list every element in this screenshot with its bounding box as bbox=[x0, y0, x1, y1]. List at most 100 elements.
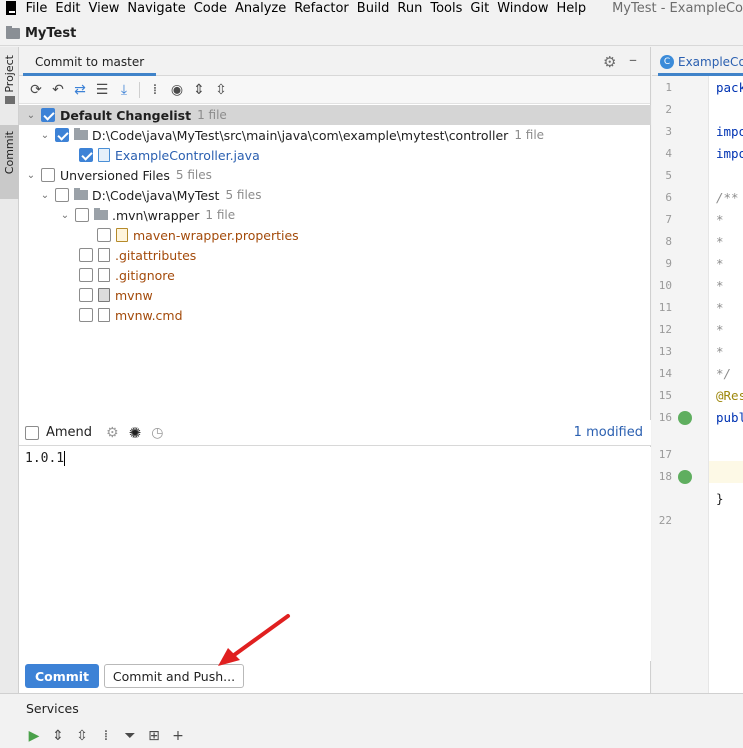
menu-edit[interactable]: Edit bbox=[55, 1, 80, 16]
java-file-icon bbox=[98, 148, 110, 162]
dir-checkbox[interactable] bbox=[75, 208, 89, 222]
line-number: 5 bbox=[665, 169, 672, 182]
menu-tools[interactable]: Tools bbox=[430, 1, 462, 16]
file-checkbox[interactable] bbox=[79, 308, 93, 322]
refresh-icon[interactable]: ⟳ bbox=[25, 80, 47, 100]
file-checkbox[interactable] bbox=[79, 288, 93, 302]
run-icon[interactable]: ▶ bbox=[22, 726, 46, 746]
expand-all-icon[interactable]: ⇕ bbox=[46, 726, 70, 746]
chevron-down-icon[interactable]: ⌄ bbox=[25, 110, 37, 121]
commit-tool-button[interactable]: Commit bbox=[0, 125, 19, 199]
group-by-icon[interactable]: ⁞ bbox=[144, 80, 166, 100]
gear-icon[interactable]: ⚙ bbox=[106, 425, 119, 441]
menu-run[interactable]: Run bbox=[397, 1, 422, 16]
unversioned-checkbox[interactable] bbox=[41, 168, 55, 182]
menu-refactor[interactable]: Refactor bbox=[294, 1, 349, 16]
shelve-icon[interactable]: ⤓ bbox=[113, 80, 135, 100]
expand-all-icon[interactable]: ⇕ bbox=[188, 80, 210, 100]
tree-row-mytest-dir[interactable]: ⌄ D:\Code\java\MyTest 5 files bbox=[19, 185, 651, 205]
code-line: /** bbox=[716, 190, 739, 205]
chevron-down-icon[interactable]: ⌄ bbox=[39, 130, 51, 141]
menu-file[interactable]: File bbox=[26, 1, 48, 16]
project-name[interactable]: MyTest bbox=[25, 26, 76, 41]
menu-build[interactable]: Build bbox=[357, 1, 390, 16]
class-icon: C bbox=[660, 55, 674, 69]
line-number: 8 bbox=[665, 235, 672, 248]
spring-bean-icon[interactable] bbox=[678, 411, 692, 425]
dir-count: 1 file bbox=[205, 208, 236, 222]
chevron-down-icon[interactable]: ⌄ bbox=[59, 210, 71, 221]
services-title[interactable]: Services bbox=[26, 701, 79, 716]
tree-row-gitattributes[interactable]: .gitattributes bbox=[19, 245, 651, 265]
clock-icon[interactable]: ◷ bbox=[151, 425, 163, 441]
file-checkbox[interactable] bbox=[79, 248, 93, 262]
file-checkbox[interactable] bbox=[79, 148, 93, 162]
amend-checkbox[interactable] bbox=[25, 425, 39, 440]
tab-example-controller[interactable]: C ExampleCo bbox=[658, 51, 743, 76]
code-line: } bbox=[716, 491, 724, 506]
file-checkbox[interactable] bbox=[97, 228, 111, 242]
file-label: .gitignore bbox=[115, 267, 175, 283]
add-icon[interactable]: + bbox=[166, 726, 190, 746]
dir-checkbox[interactable] bbox=[55, 188, 69, 202]
filter-icon[interactable]: ⏷ bbox=[118, 726, 142, 746]
line-number: 7 bbox=[665, 213, 672, 226]
commit-message-input[interactable]: 1.0.1 bbox=[19, 447, 651, 661]
spring-bean-icon[interactable] bbox=[678, 470, 692, 484]
menu-code[interactable]: Code bbox=[194, 1, 227, 16]
tree-row-mvnw[interactable]: mvnw bbox=[19, 285, 651, 305]
menu-git[interactable]: Git bbox=[470, 1, 489, 16]
tree-row-unversioned-files[interactable]: ⌄ Unversioned Files 5 files bbox=[19, 165, 651, 185]
chevron-down-icon[interactable]: ⌄ bbox=[39, 190, 51, 201]
gear-icon[interactable]: ⚙ bbox=[603, 53, 616, 71]
tree-row-gitignore[interactable]: .gitignore bbox=[19, 265, 651, 285]
tab-commit-to-master[interactable]: Commit to master bbox=[23, 51, 157, 76]
line-number: 4 bbox=[665, 147, 672, 160]
dir-label: .mvn\wrapper bbox=[112, 207, 200, 223]
collapse-all-icon[interactable]: ⇳ bbox=[210, 80, 232, 100]
text-file-icon bbox=[98, 308, 110, 322]
dir-checkbox[interactable] bbox=[55, 128, 69, 142]
menu-window[interactable]: Window bbox=[497, 1, 548, 16]
file-checkbox[interactable] bbox=[79, 268, 93, 282]
menu-help[interactable]: Help bbox=[556, 1, 586, 16]
intellij-logo-icon bbox=[6, 1, 16, 15]
tree-row-example-controller[interactable]: ExampleController.java bbox=[19, 145, 651, 165]
modified-status[interactable]: 1 modified bbox=[574, 425, 643, 440]
commit-and-push-button[interactable]: Commit and Push... bbox=[104, 664, 244, 688]
rollback-icon[interactable]: ↶ bbox=[47, 80, 69, 100]
commit-button[interactable]: Commit bbox=[25, 664, 99, 688]
changelist-label: Default Changelist bbox=[60, 107, 192, 123]
tree-row-maven-wrapper-properties[interactable]: maven-wrapper.properties bbox=[19, 225, 651, 245]
menu-view[interactable]: View bbox=[89, 1, 120, 16]
project-tool-label: Project bbox=[3, 55, 16, 93]
menu-navigate[interactable]: Navigate bbox=[127, 1, 185, 16]
file-label: mvnw bbox=[115, 287, 153, 303]
folder-icon bbox=[4, 95, 15, 104]
code-line: * bbox=[716, 344, 724, 359]
tree-row-mvn-wrapper[interactable]: ⌄ .mvn\wrapper 1 file bbox=[19, 205, 651, 225]
collapse-all-icon[interactable]: ⇳ bbox=[70, 726, 94, 746]
add-to-view-icon[interactable]: ⊞ bbox=[142, 726, 166, 746]
github-icon[interactable]: ✺ bbox=[129, 424, 142, 442]
commit-tab-header: Commit to master ⚙ – bbox=[19, 47, 650, 76]
file-label: .gitattributes bbox=[115, 247, 197, 263]
file-label: ExampleController.java bbox=[115, 147, 260, 163]
tree-row-controller-dir[interactable]: ⌄ D:\Code\java\MyTest\src\main\java\com\… bbox=[19, 125, 651, 145]
line-number: 1 bbox=[665, 81, 672, 94]
menu-analyze[interactable]: Analyze bbox=[235, 1, 286, 16]
changelist-count: 1 file bbox=[197, 108, 227, 122]
chevron-down-icon[interactable]: ⌄ bbox=[25, 170, 37, 181]
tree-row-mvnw-cmd[interactable]: mvnw.cmd bbox=[19, 305, 651, 325]
group-by-icon[interactable]: ⁞ bbox=[94, 726, 118, 746]
changelist-icon[interactable]: ☰ bbox=[91, 80, 113, 100]
code-line: */ bbox=[716, 366, 732, 381]
project-tool-button[interactable]: Project bbox=[0, 55, 19, 113]
minimize-icon[interactable]: – bbox=[629, 50, 637, 69]
eye-icon[interactable]: ◉ bbox=[166, 80, 188, 100]
tree-row-default-changelist[interactable]: ⌄ Default Changelist 1 file bbox=[19, 105, 651, 125]
executable-file-icon bbox=[98, 288, 110, 302]
changelist-checkbox[interactable] bbox=[41, 108, 55, 122]
diff-icon[interactable]: ⇄ bbox=[69, 80, 91, 100]
window-title: MyTest - ExampleCo bbox=[612, 0, 743, 16]
